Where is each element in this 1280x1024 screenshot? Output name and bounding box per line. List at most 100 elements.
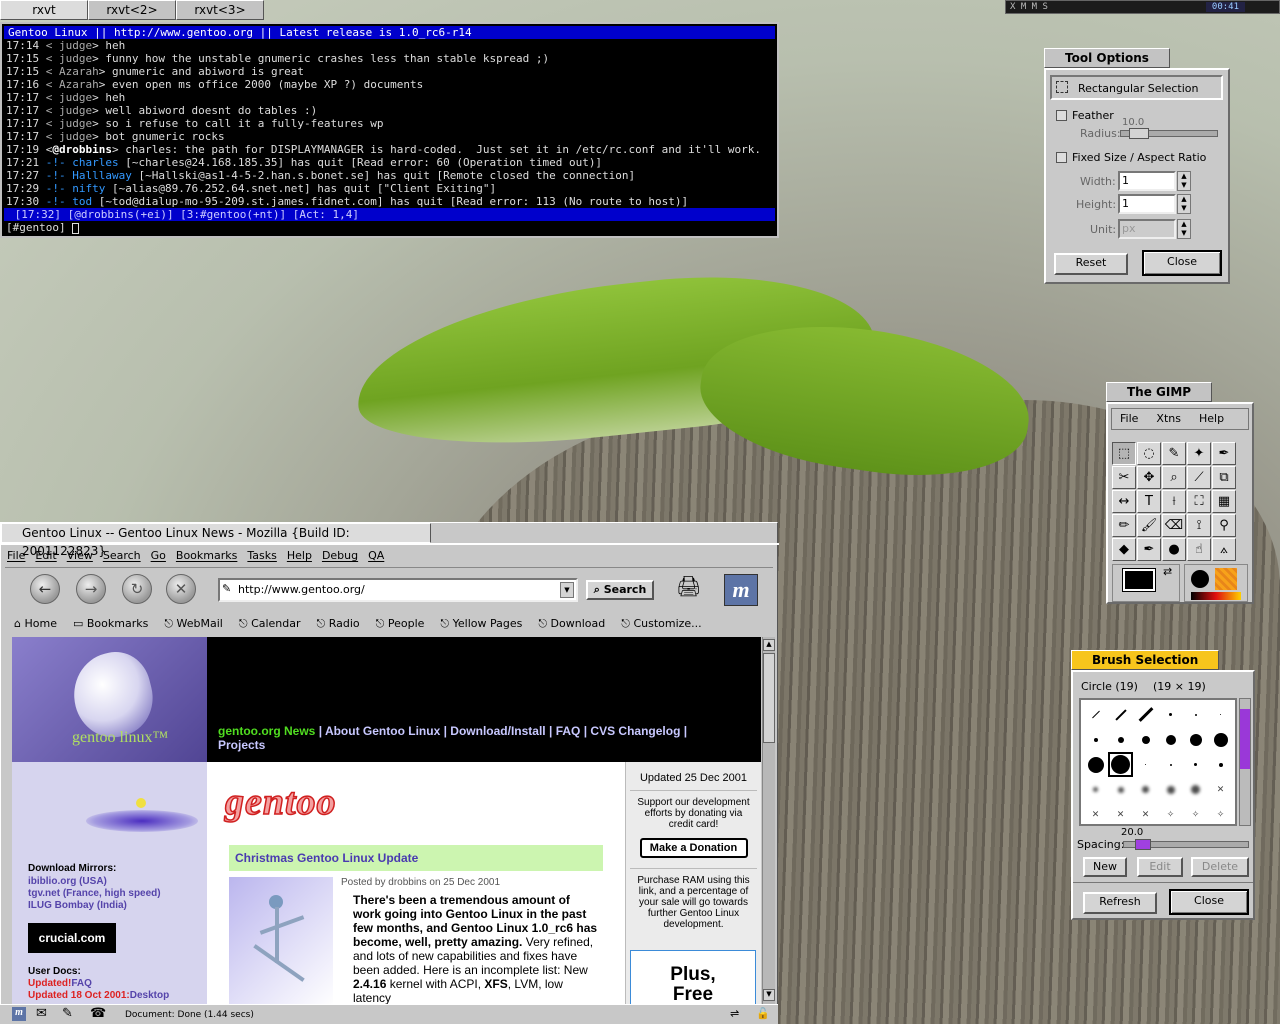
desktop-doc-link[interactable]: Desktop: [130, 990, 169, 1001]
mozilla-titlebar[interactable]: Gentoo Linux -- Gentoo Linux News - Mozi…: [1, 523, 431, 558]
brush-item[interactable]: ✕: [1133, 802, 1158, 827]
new-brush-button[interactable]: New: [1083, 857, 1127, 877]
personal-toolbar-item[interactable]: ⎋ Calendar: [239, 614, 301, 634]
transform-tool[interactable]: ⧉: [1212, 466, 1236, 489]
move-tool[interactable]: ✥: [1137, 466, 1161, 489]
addressbook-icon[interactable]: ☎: [90, 1006, 106, 1021]
brush-selection-title[interactable]: Brush Selection: [1071, 650, 1220, 670]
brush-item[interactable]: [1158, 777, 1183, 802]
personal-toolbar-item[interactable]: ⎋ Download: [538, 614, 605, 634]
personal-toolbar-item[interactable]: ⎋ Yellow Pages: [440, 614, 522, 634]
width-spinner[interactable]: ▲ ▼: [1177, 171, 1191, 191]
ellipse-select-tool[interactable]: ◌: [1137, 442, 1161, 465]
personal-toolbar-item[interactable]: ▭ Bookmarks: [73, 614, 148, 634]
brush-item[interactable]: [1108, 777, 1133, 802]
menu-bookmarks[interactable]: Bookmarks: [176, 549, 237, 567]
brush-item[interactable]: [1108, 702, 1133, 727]
brush-item[interactable]: [1158, 752, 1183, 777]
tab-rxvt[interactable]: rxvt: [0, 0, 88, 20]
gimp-menu-xtns[interactable]: Xtns: [1156, 409, 1181, 429]
nav-faq-link[interactable]: FAQ: [556, 724, 581, 738]
composer-icon[interactable]: ✎: [62, 1006, 73, 1021]
active-gradient-icon[interactable]: [1191, 592, 1241, 600]
rect-select-tool[interactable]: ⬚: [1112, 442, 1136, 465]
measure-tool[interactable]: ⟑: [1212, 538, 1236, 561]
close-button[interactable]: Close: [1142, 250, 1222, 276]
brush-pattern-area[interactable]: [1184, 564, 1248, 602]
refresh-button[interactable]: Refresh: [1083, 892, 1157, 914]
unit-select[interactable]: px: [1118, 219, 1176, 239]
fixed-size-checkbox[interactable]: [1056, 152, 1067, 163]
mirror-tgv-link[interactable]: tgv.net (France, high speed): [28, 888, 161, 900]
radius-slider-thumb[interactable]: [1128, 128, 1149, 139]
crucial-ad[interactable]: crucial.com: [28, 923, 116, 953]
tool-options-title[interactable]: Tool Options: [1044, 48, 1170, 68]
url-input[interactable]: http://www.gentoo.org/: [218, 578, 578, 602]
eraser-tool[interactable]: ⌫: [1162, 514, 1186, 537]
nav-about-link[interactable]: About Gentoo Linux: [325, 724, 440, 738]
reset-button[interactable]: Reset: [1054, 253, 1128, 275]
paintbrush-tool[interactable]: 🖌: [1137, 514, 1161, 537]
mail-icon[interactable]: ✉: [36, 1006, 47, 1021]
swap-colors-icon[interactable]: ⇄: [1163, 565, 1172, 578]
forward-button[interactable]: →: [76, 574, 106, 604]
clone-tool[interactable]: ⚲: [1212, 514, 1236, 537]
ad-banner[interactable]: Plus, Free: [630, 950, 756, 1004]
brush-item[interactable]: [1183, 777, 1208, 802]
brush-item[interactable]: [1133, 752, 1158, 777]
tab-rxvt-3[interactable]: rxvt<3>: [176, 0, 264, 20]
menu-debug[interactable]: Debug: [322, 549, 358, 567]
spacing-slider[interactable]: [1123, 839, 1249, 850]
magnify-tool[interactable]: ⌕: [1162, 466, 1186, 489]
gimp-title[interactable]: The GIMP: [1106, 382, 1213, 402]
scroll-up-button[interactable]: ▲: [763, 639, 775, 651]
flip-tool[interactable]: ↔: [1112, 490, 1136, 513]
scroll-down-button[interactable]: ▼: [763, 989, 775, 1001]
dodge-burn-tool[interactable]: ●: [1162, 538, 1186, 561]
brush-item[interactable]: ✧: [1183, 802, 1208, 827]
active-pattern-icon[interactable]: [1215, 568, 1237, 590]
color-area[interactable]: ⇄: [1112, 564, 1180, 602]
brush-item[interactable]: [1208, 702, 1233, 727]
brush-scrollbar-thumb[interactable]: [1240, 709, 1250, 769]
mozilla-component-icon[interactable]: m: [12, 1007, 26, 1021]
back-button[interactable]: ←: [30, 574, 60, 604]
crop-tool[interactable]: ⟋: [1187, 466, 1211, 489]
text-tool[interactable]: T: [1137, 490, 1161, 513]
gimp-menu-help[interactable]: Help: [1199, 409, 1224, 429]
brush-item[interactable]: ✕: [1108, 802, 1133, 827]
scroll-thumb[interactable]: [763, 653, 775, 743]
brush-item[interactable]: [1083, 752, 1108, 777]
brush-item[interactable]: [1083, 702, 1108, 727]
xmms-pager[interactable]: X M M S 00:41: [1005, 0, 1280, 14]
pencil-tool[interactable]: ✏: [1112, 514, 1136, 537]
nav-cvs-link[interactable]: CVS Changelog: [590, 724, 680, 738]
menu-go[interactable]: Go: [151, 549, 166, 567]
airbrush-tool[interactable]: ⟟: [1187, 514, 1211, 537]
menu-view[interactable]: View: [67, 549, 93, 567]
free-select-tool[interactable]: ✎: [1162, 442, 1186, 465]
mirror-ilug-link[interactable]: ILUG Bombay (India): [28, 900, 161, 912]
bucket-fill-tool[interactable]: ⛶: [1187, 490, 1211, 513]
brush-item[interactable]: ✕: [1083, 802, 1108, 827]
edit-brush-button[interactable]: Edit: [1137, 857, 1183, 877]
scissors-tool[interactable]: ✂: [1112, 466, 1136, 489]
brush-item[interactable]: ✕: [1208, 777, 1233, 802]
nav-download-link[interactable]: Download/Install: [450, 724, 545, 738]
brush-item[interactable]: [1183, 702, 1208, 727]
page-scrollbar[interactable]: ▲ ▼: [762, 637, 775, 1004]
brush-item[interactable]: [1183, 727, 1208, 752]
menu-qa[interactable]: QA: [368, 549, 384, 567]
tab-rxvt-2[interactable]: rxvt<2>: [88, 0, 176, 20]
personal-toolbar-item[interactable]: ⎋ WebMail: [164, 614, 223, 634]
brush-scrollbar[interactable]: [1239, 698, 1251, 826]
irc-input-line[interactable]: [#gentoo]: [2, 221, 777, 234]
print-icon[interactable]: 🖨: [676, 574, 701, 598]
faq-doc-link[interactable]: FAQ: [71, 978, 92, 989]
brush-item[interactable]: [1133, 702, 1158, 727]
search-button[interactable]: ⌕ Search: [586, 580, 654, 600]
brush-item[interactable]: [1083, 777, 1108, 802]
personal-toolbar-item[interactable]: ⎋ Radio: [317, 614, 360, 634]
personal-toolbar-item[interactable]: ⎋ Customize...: [621, 614, 701, 634]
donate-button[interactable]: Make a Donation: [639, 838, 748, 858]
